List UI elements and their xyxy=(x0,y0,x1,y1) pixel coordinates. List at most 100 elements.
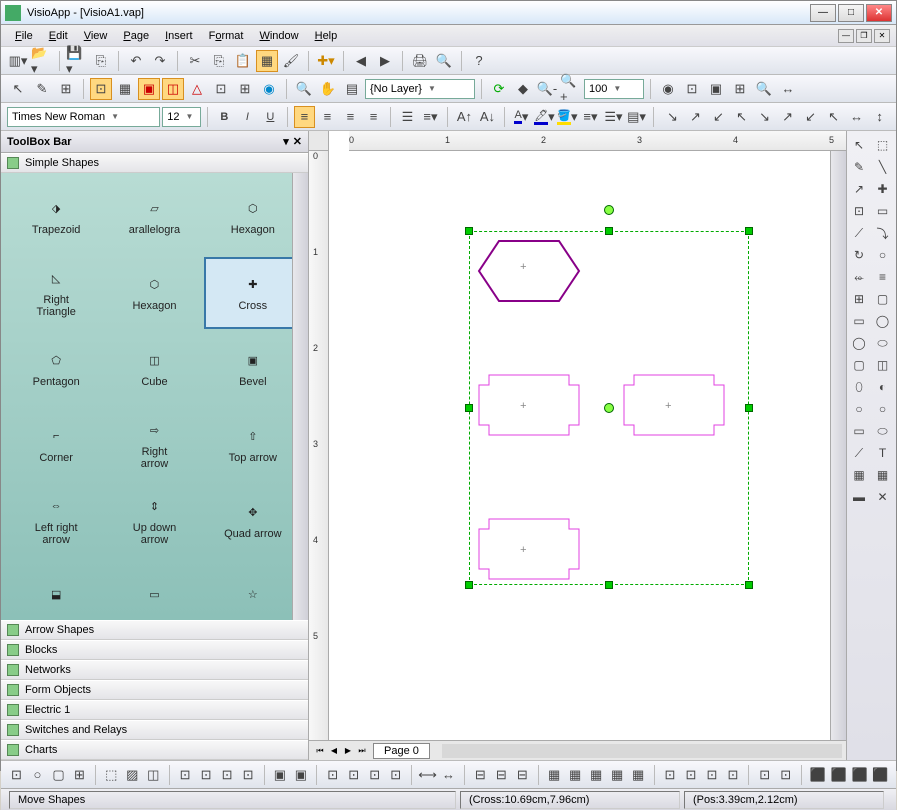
arrange-tool[interactable]: ⊡ xyxy=(197,764,216,786)
shape-hexagon[interactable]: ⬡Hexagon xyxy=(204,181,302,253)
snap7[interactable]: ⊞ xyxy=(234,78,256,100)
new-btn[interactable]: ▥▾ xyxy=(7,50,29,72)
arrange-tool[interactable]: ⊞ xyxy=(70,764,89,786)
zoom-1[interactable]: 🔍 xyxy=(753,78,775,100)
italic-btn[interactable]: I xyxy=(237,106,258,128)
draw-tool-8[interactable]: ⟋ xyxy=(849,223,869,243)
arrange-tool[interactable]: ⊡ xyxy=(755,764,774,786)
arrange-tool[interactable]: ⬛ xyxy=(871,764,890,786)
zoom-w[interactable]: ⊞ xyxy=(729,78,751,100)
zoom-sel[interactable]: ⊡ xyxy=(681,78,703,100)
tab-last[interactable]: ⏭ xyxy=(355,744,369,758)
left-btn[interactable]: ◀ xyxy=(350,50,372,72)
tab-next[interactable]: ▶ xyxy=(341,744,355,758)
arrange-tool[interactable]: ▦ xyxy=(566,764,585,786)
list[interactable]: ≡▾ xyxy=(420,106,441,128)
draw-tool-14[interactable]: ⊞ xyxy=(849,289,869,309)
snap5[interactable]: △ xyxy=(186,78,208,100)
arrange-tool[interactable]: ⊡ xyxy=(365,764,384,786)
align-left[interactable]: ≡ xyxy=(294,106,315,128)
arrange-tool[interactable]: ⊡ xyxy=(723,764,742,786)
refresh-btn[interactable]: ⟳ xyxy=(488,78,510,100)
zoom-tool[interactable]: 🔍 xyxy=(293,78,315,100)
draw-tool-17[interactable]: ◯ xyxy=(873,311,893,331)
category-blocks[interactable]: Blocks xyxy=(1,640,308,660)
draw-tool-1[interactable]: ⬚ xyxy=(873,135,893,155)
grid-btn[interactable]: ▦ xyxy=(256,50,278,72)
print-btn[interactable]: 🖨 xyxy=(409,50,431,72)
shape-quad-arrow[interactable]: ✥Quad arrow xyxy=(204,485,302,557)
select-tool[interactable]: ↖ xyxy=(7,78,29,100)
conn1[interactable]: ↘ xyxy=(662,106,683,128)
arrange-tool[interactable]: ▨ xyxy=(123,764,142,786)
right-btn[interactable]: ▶ xyxy=(374,50,396,72)
redo-btn[interactable]: ↷ xyxy=(149,50,171,72)
shape-item[interactable]: ⬓ xyxy=(7,561,105,620)
toolbox-close-icon[interactable]: ✕ xyxy=(293,135,302,148)
selection-handle[interactable] xyxy=(465,404,473,412)
horizontal-scrollbar[interactable] xyxy=(442,744,842,758)
maximize-button[interactable]: □ xyxy=(838,4,864,22)
mdi-close[interactable]: ✕ xyxy=(874,29,890,43)
arrange-tool[interactable]: ⊡ xyxy=(681,764,700,786)
arrange-tool[interactable]: ⊟ xyxy=(513,764,532,786)
arrange-tool[interactable]: ⊟ xyxy=(492,764,511,786)
drawing-canvas[interactable]: ++++ xyxy=(329,151,830,740)
format-painter-btn[interactable]: 🖌 xyxy=(280,50,302,72)
arrange-tool[interactable]: ⊡ xyxy=(323,764,342,786)
conn9[interactable]: ↔ xyxy=(846,106,867,128)
pan-tool[interactable]: ✋ xyxy=(317,78,339,100)
snap3[interactable]: ▣ xyxy=(138,78,160,100)
page-tab[interactable]: Page 0 xyxy=(373,743,430,759)
selection-handle[interactable] xyxy=(745,227,753,235)
menu-file[interactable]: File xyxy=(7,27,41,45)
tab-first[interactable]: ⏮ xyxy=(313,744,327,758)
layers-btn[interactable]: ◆ xyxy=(512,78,534,100)
conn4[interactable]: ↖ xyxy=(731,106,752,128)
shape-trapezoid[interactable]: ⬗Trapezoid xyxy=(7,181,105,253)
draw-tool-5[interactable]: ✚ xyxy=(873,179,893,199)
fontsize-combo[interactable]: 12▼ xyxy=(162,107,201,127)
selection-handle[interactable] xyxy=(465,227,473,235)
draw-tool-30[interactable]: ▦ xyxy=(849,465,869,485)
selection-handle[interactable] xyxy=(745,581,753,589)
align-justify[interactable]: ≡ xyxy=(363,106,384,128)
undo-btn[interactable]: ↶ xyxy=(125,50,147,72)
menu-page[interactable]: Page xyxy=(115,27,157,45)
arrange-tool[interactable]: ⊡ xyxy=(239,764,258,786)
draw-tool-7[interactable]: ▭ xyxy=(873,201,893,221)
shape-top-arrow[interactable]: ⇧Top arrow xyxy=(204,409,302,481)
grid-tool[interactable]: ⊞ xyxy=(55,78,77,100)
open-btn[interactable]: 📂▾ xyxy=(31,50,53,72)
zoomout-btn[interactable]: 🔍- xyxy=(536,78,558,100)
draw-tool-11[interactable]: ○ xyxy=(873,245,893,265)
arrange-tool[interactable]: ◫ xyxy=(144,764,163,786)
snap2[interactable]: ▦ xyxy=(114,78,136,100)
line-style[interactable]: ☰▾ xyxy=(603,106,624,128)
draw-tool-12[interactable]: ⬰ xyxy=(849,267,869,287)
draw-tool-25[interactable]: ○ xyxy=(873,399,893,419)
line-pattern[interactable]: ▤▾ xyxy=(626,106,647,128)
category-charts[interactable]: Charts xyxy=(1,740,308,760)
snap8[interactable]: ◉ xyxy=(258,78,280,100)
draw-tool-27[interactable]: ⬭ xyxy=(873,421,893,441)
category-switches-and-relays[interactable]: Switches and Relays xyxy=(1,720,308,740)
align-right[interactable]: ≡ xyxy=(340,106,361,128)
layer-combo[interactable]: {No Layer}▼ xyxy=(365,79,475,99)
arrange-tool[interactable]: ▢ xyxy=(49,764,68,786)
conn10[interactable]: ↕ xyxy=(869,106,890,128)
snap4[interactable]: ◫ xyxy=(162,78,184,100)
shape-bevel[interactable]: ▣Bevel xyxy=(204,333,302,405)
arrange-tool[interactable]: ⊡ xyxy=(7,764,26,786)
draw-tool-13[interactable]: ≡ xyxy=(873,267,893,287)
arrange-tool[interactable]: ▦ xyxy=(545,764,564,786)
font-dec[interactable]: A↓ xyxy=(477,106,498,128)
draw-tool-10[interactable]: ↻ xyxy=(849,245,869,265)
category-form-objects[interactable]: Form Objects xyxy=(1,680,308,700)
draw-tool-23[interactable]: ◐ xyxy=(873,377,893,397)
conn3[interactable]: ↙ xyxy=(708,106,729,128)
add-btn[interactable]: ✚▾ xyxy=(315,50,337,72)
menu-help[interactable]: Help xyxy=(307,27,346,45)
rotation-handle[interactable] xyxy=(604,205,614,215)
edit-tool[interactable]: ✎ xyxy=(31,78,53,100)
